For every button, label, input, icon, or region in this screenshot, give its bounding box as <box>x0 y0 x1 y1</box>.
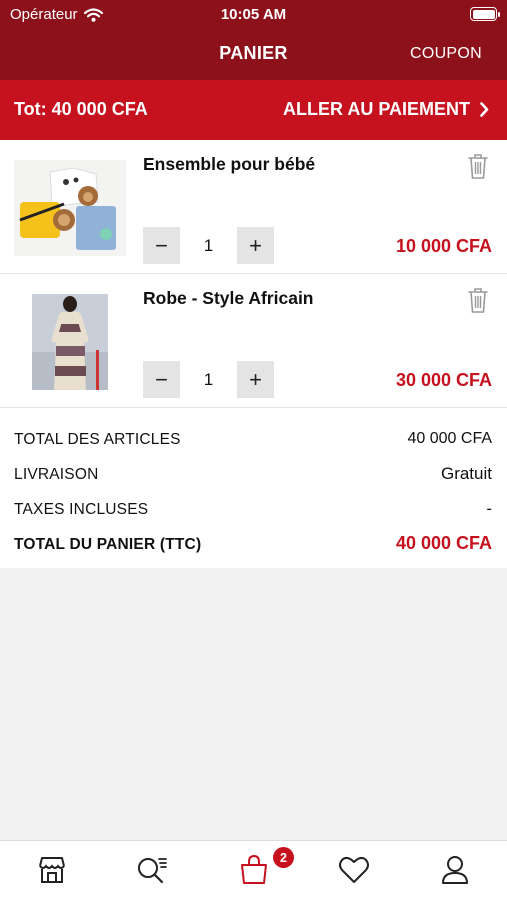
user-icon[interactable] <box>438 853 472 887</box>
summary-label: TOTAL DU PANIER (TTC) <box>14 536 202 553</box>
checkout-button[interactable]: ALLER AU PAIEMENT <box>283 99 489 120</box>
product-name[interactable]: Robe - Style Africain <box>143 288 314 309</box>
cart-badge: 2 <box>273 847 294 868</box>
summary-label: LIVRAISON <box>14 466 99 483</box>
summary-value: Gratuit <box>440 464 492 483</box>
trash-icon[interactable] <box>466 286 490 314</box>
summary-row-taxes: TAXES INCLUSES - <box>0 498 507 522</box>
product-name[interactable]: Ensemble pour bébé <box>143 154 315 175</box>
trash-icon[interactable] <box>466 152 490 180</box>
battery-icon <box>470 7 500 21</box>
summary-row-articles: TOTAL DES ARTICLES 40 000 CFA <box>0 428 507 452</box>
shopping-bag-icon[interactable] <box>237 853 271 887</box>
coupon-button[interactable]: COUPON <box>410 45 482 63</box>
decrement-button[interactable]: − <box>143 227 180 264</box>
quantity-stepper: − 1 + <box>143 227 274 264</box>
decrement-button[interactable]: − <box>143 361 180 398</box>
checkout-label: ALLER AU PAIEMENT <box>283 99 470 119</box>
cart-content: Ensemble pour bébé − 1 + 10 000 CFA Robe… <box>0 140 507 568</box>
summary-row-delivery: LIVRAISON Gratuit <box>0 463 507 487</box>
item-price: 30 000 CFA <box>395 370 492 390</box>
tab-bar: 2 <box>0 840 507 900</box>
summary-value: - <box>486 499 492 518</box>
product-image[interactable] <box>14 294 126 390</box>
navigation-header: Opérateur 10:05 AM PANIER COUPON <box>0 0 507 80</box>
cart-item: Robe - Style Africain − 1 + 30 000 CFA <box>0 274 507 408</box>
product-image[interactable] <box>14 160 126 256</box>
summary-value: 40 000 CFA <box>395 533 492 553</box>
item-price: 10 000 CFA <box>395 236 492 256</box>
heart-icon[interactable] <box>337 853 371 887</box>
summary-label: TOTAL DES ARTICLES <box>14 431 181 448</box>
cart-item: Ensemble pour bébé − 1 + 10 000 CFA <box>0 140 507 274</box>
total-checkout-bar: Tot: 40 000 CFA ALLER AU PAIEMENT <box>0 80 507 140</box>
store-icon[interactable] <box>35 853 69 887</box>
cart-total-header: Tot: 40 000 CFA <box>14 99 148 119</box>
search-list-icon[interactable] <box>135 853 169 887</box>
summary-label: TAXES INCLUSES <box>14 501 149 518</box>
quantity-value[interactable]: 1 <box>180 227 237 264</box>
summary-row-total: TOTAL DU PANIER (TTC) 40 000 CFA <box>0 533 507 557</box>
chevron-right-icon <box>480 102 489 117</box>
increment-button[interactable]: + <box>237 361 274 398</box>
quantity-stepper: − 1 + <box>143 361 274 398</box>
increment-button[interactable]: + <box>237 227 274 264</box>
summary-value: 40 000 CFA <box>407 430 493 447</box>
status-bar: Opérateur 10:05 AM <box>0 0 507 28</box>
quantity-value[interactable]: 1 <box>180 361 237 398</box>
status-time: 10:05 AM <box>220 6 287 23</box>
